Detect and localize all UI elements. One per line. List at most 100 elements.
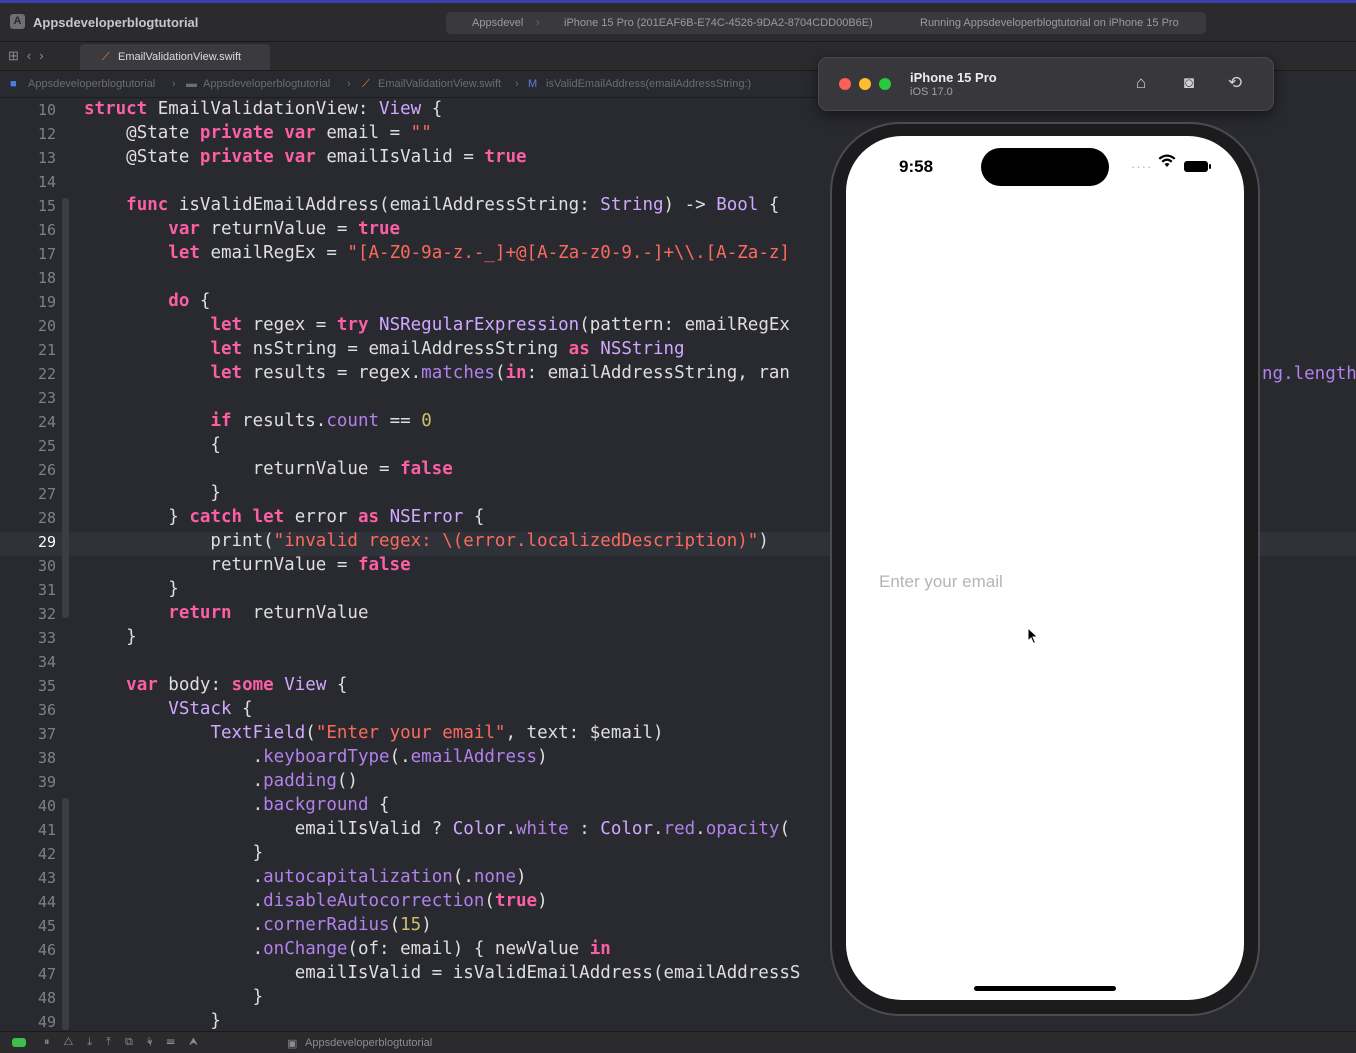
line-number: 47 <box>37 965 56 983</box>
line-number: 26 <box>37 461 56 479</box>
minimize-window-button[interactable] <box>859 78 871 90</box>
code-line[interactable]: .keyboardType(.emailAddress) <box>84 747 548 767</box>
breadcrumb-project[interactable]: Appsdeveloperblogtutorial <box>28 78 155 90</box>
code-line[interactable]: print("invalid regex: \(error.localizedD… <box>84 531 768 551</box>
line-number: 33 <box>37 629 56 647</box>
line-number: 18 <box>37 269 56 287</box>
code-line[interactable]: } <box>84 579 179 599</box>
tab-label: EmailValidationView.swift <box>118 51 242 63</box>
code-line[interactable]: let nsString = emailAddressString as NSS… <box>84 339 684 359</box>
code-line[interactable]: } <box>84 987 264 1007</box>
code-line[interactable]: do { <box>84 291 210 311</box>
line-number: 42 <box>37 845 56 863</box>
line-number: 23 <box>37 389 56 407</box>
line-number: 43 <box>37 869 56 887</box>
line-number: 35 <box>37 677 56 695</box>
code-line[interactable]: let results = regex.matches(in: emailAdd… <box>84 363 790 383</box>
line-number: 49 <box>37 1013 56 1030</box>
code-line[interactable]: VStack { <box>84 699 252 719</box>
line-number: 22 <box>37 365 56 383</box>
swift-file-icon: ⟋ <box>102 51 110 63</box>
line-number: 45 <box>37 917 56 935</box>
fold-ribbon <box>62 294 69 594</box>
battery-icon <box>1184 161 1211 172</box>
code-line[interactable]: struct EmailValidationView: View { <box>84 99 442 119</box>
debug-target-label: Appsdeveloperblogtutorial <box>305 1037 433 1049</box>
line-number: 10 <box>37 101 56 119</box>
code-line[interactable]: func isValidEmailAddress(emailAddressStr… <box>84 195 779 215</box>
email-input[interactable] <box>862 556 1228 608</box>
code-line[interactable]: @State private var emailIsValid = true <box>84 147 526 167</box>
line-number: 30 <box>37 557 56 575</box>
code-line[interactable]: let regex = try NSRegularExpression(patt… <box>84 315 790 335</box>
fold-ribbon <box>62 798 69 1030</box>
breadcrumb-method[interactable]: isValidEmailAddress(emailAddressString:) <box>546 78 751 90</box>
home-indicator[interactable] <box>974 986 1116 991</box>
breadcrumb-sep-icon: › <box>172 78 176 90</box>
line-number: 16 <box>37 221 56 239</box>
zoom-window-button[interactable] <box>879 78 891 90</box>
code-line[interactable]: } catch let error as NSError { <box>84 507 484 527</box>
status-bar-time: 9:58 <box>899 157 934 176</box>
close-window-button[interactable] <box>839 78 851 90</box>
code-line[interactable]: .disableAutocorrection(true) <box>84 891 548 911</box>
dynamic-island <box>981 148 1109 186</box>
line-number: 12 <box>37 125 56 143</box>
code-line[interactable]: let emailRegEx = "[A-Z0-9a-z.-_]+@[A-Za-… <box>84 243 790 263</box>
console-toggle-icon[interactable] <box>12 1038 26 1047</box>
simulator-screen[interactable]: 9:58 ···· <box>846 136 1244 1000</box>
rotate-icon[interactable]: ⟲ <box>1224 72 1246 94</box>
breadcrumb-file[interactable]: EmailValidationView.swift <box>378 78 501 90</box>
line-number: 37 <box>37 725 56 743</box>
code-line[interactable]: } <box>84 843 264 863</box>
screenshot-icon[interactable]: ◙ <box>1178 72 1200 94</box>
code-line[interactable]: .autocapitalization(.none) <box>84 867 527 887</box>
line-number: 41 <box>37 821 56 839</box>
code-line[interactable]: .background { <box>84 795 390 815</box>
swift-file-icon: ⟋ <box>362 78 370 90</box>
scheme-selector[interactable]: Appsdevel <box>472 17 523 29</box>
code-line[interactable]: } <box>84 1011 221 1030</box>
code-line[interactable]: emailIsValid = isValidEmailAddress(email… <box>84 963 801 983</box>
wifi-icon <box>1158 154 1176 172</box>
app-icon: ▣ <box>287 1038 298 1050</box>
run-destination[interactable]: iPhone 15 Pro (201EAF6B-E74C-4526-9DA2-8… <box>564 17 873 29</box>
home-icon[interactable]: ⌂ <box>1130 72 1152 94</box>
signal-dots-icon: ···· <box>1131 159 1153 174</box>
line-number: 46 <box>37 941 56 959</box>
navigation-arrows-icon[interactable]: ⊞‹› <box>8 48 52 64</box>
code-line[interactable]: .onChange(of: email) { newValue in <box>84 939 611 959</box>
project-icon: ■ <box>10 78 17 90</box>
debug-controls-icon[interactable]: ⏸△⤓⤒⧉⚘☰⮝ <box>44 1036 212 1049</box>
line-number: 34 <box>37 653 56 671</box>
code-line[interactable]: returnValue = false <box>84 555 410 575</box>
line-number: 32 <box>37 605 56 623</box>
code-line[interactable]: emailIsValid ? Color.white : Color.red.o… <box>84 819 790 839</box>
line-number: 44 <box>37 893 56 911</box>
line-number: 31 <box>37 581 56 599</box>
code-line[interactable]: returnValue = false <box>84 459 453 479</box>
breadcrumb-group[interactable]: Appsdeveloperblogtutorial <box>203 78 330 90</box>
code-line[interactable]: @State private var email = "" <box>84 123 432 143</box>
code-line[interactable]: return returnValue <box>84 603 368 623</box>
code-line[interactable]: } <box>84 483 221 503</box>
line-number: 28 <box>37 509 56 527</box>
code-line[interactable]: if results.count == 0 <box>84 411 431 431</box>
code-line[interactable]: } <box>84 627 137 647</box>
line-number: 29 <box>37 533 56 551</box>
code-line[interactable]: var body: some View { <box>84 675 347 695</box>
activity-status-pill[interactable]: Appsdevel › iPhone 15 Pro (201EAF6B-E74C… <box>446 12 1206 34</box>
line-number: 38 <box>37 749 56 767</box>
line-number: 27 <box>37 485 56 503</box>
xcode-app-icon: A <box>10 14 25 29</box>
code-line[interactable]: .cornerRadius(15) <box>84 915 432 935</box>
breadcrumb-sep-icon: › <box>515 78 519 90</box>
code-line[interactable]: .padding() <box>84 771 358 791</box>
line-number: 19 <box>37 293 56 311</box>
code-line[interactable]: TextField("Enter your email", text: $ema… <box>84 723 663 743</box>
line-number: 15 <box>37 197 56 215</box>
code-line[interactable]: var returnValue = true <box>84 219 400 239</box>
tab-email-validation-view[interactable]: ⟋ EmailValidationView.swift <box>80 44 270 70</box>
line-number: 24 <box>37 413 56 431</box>
code-line[interactable]: { <box>84 435 221 455</box>
